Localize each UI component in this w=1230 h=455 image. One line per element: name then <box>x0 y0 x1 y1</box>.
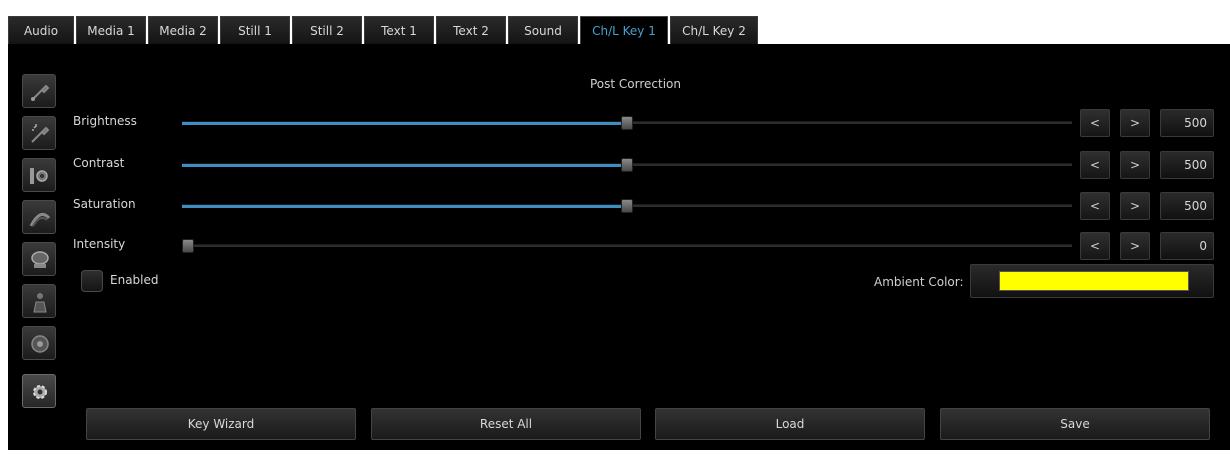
reset-all-button[interactable]: Reset All <box>371 408 641 440</box>
contrast-value-field[interactable]: 500 <box>1160 151 1214 179</box>
contrast-label: Contrast <box>73 156 125 170</box>
intensity-label: Intensity <box>73 237 126 251</box>
intensity-slider[interactable] <box>182 239 1072 253</box>
tab-audio[interactable]: Audio <box>8 16 74 44</box>
intensity-increment-button[interactable]: > <box>1120 232 1150 260</box>
intensity-value-field[interactable]: 0 <box>1160 232 1214 260</box>
ambient-color-swatch <box>999 271 1189 291</box>
tab-text-2[interactable]: Text 2 <box>436 16 506 44</box>
saturation-increment-button[interactable]: > <box>1120 192 1150 220</box>
brightness-increment-button[interactable]: > <box>1120 109 1150 137</box>
tab-ch-l-key-2[interactable]: Ch/L Key 2 <box>670 16 758 44</box>
saturation-slider[interactable] <box>182 199 1072 213</box>
contrast-slider-handle[interactable] <box>621 158 633 172</box>
intensity-slider-handle[interactable] <box>182 239 194 253</box>
sidebar-button-gradient[interactable] <box>22 200 56 234</box>
brightness-slider[interactable] <box>182 116 1072 130</box>
saturation-value-field[interactable]: 500 <box>1160 192 1214 220</box>
enabled-label: Enabled <box>110 273 159 287</box>
intensity-decrement-button[interactable]: < <box>1080 232 1110 260</box>
brightness-value-field[interactable]: 500 <box>1160 109 1214 137</box>
tab-media-1[interactable]: Media 1 <box>76 16 146 44</box>
contrast-slider-fill <box>182 164 627 167</box>
key-wizard-button[interactable]: Key Wizard <box>86 408 356 440</box>
brightness-decrement-button[interactable]: < <box>1080 109 1110 137</box>
main-panel: Post Correction Brightness < >500 Contrast <… <box>8 44 1230 450</box>
tab-ch-l-key-1[interactable]: Ch/L Key 1 <box>580 16 668 44</box>
contrast-slider[interactable] <box>182 158 1072 172</box>
tab-sound[interactable]: Sound <box>508 16 578 44</box>
sidebar-button-flower[interactable] <box>22 326 56 360</box>
contrast-increment-button[interactable]: > <box>1120 151 1150 179</box>
enabled-checkbox[interactable] <box>81 270 103 292</box>
load-button[interactable]: Load <box>655 408 925 440</box>
ambient-color-label: Ambient Color: <box>874 275 964 289</box>
contrast-decrement-button[interactable]: < <box>1080 151 1110 179</box>
brightness-slider-fill <box>182 122 627 125</box>
brightness-label: Brightness <box>73 114 137 128</box>
ambient-color-picker[interactable] <box>970 264 1214 298</box>
saturation-slider-handle[interactable] <box>621 199 633 213</box>
sidebar-button-eyedropper[interactable] <box>22 74 56 108</box>
brightness-slider-handle[interactable] <box>621 116 633 130</box>
sidebar-button-figure[interactable] <box>22 284 56 318</box>
tab-still-2[interactable]: Still 2 <box>292 16 362 44</box>
app-window: Audio Media 1 Media 2 Still 1 Still 2 Text 1T… <box>0 0 1230 455</box>
tab-text-1[interactable]: Text 1 <box>364 16 434 44</box>
tab-media-2[interactable]: Media 2 <box>148 16 218 44</box>
saturation-slider-fill <box>182 205 627 208</box>
tab-still-1[interactable]: Still 1 <box>220 16 290 44</box>
sidebar-button-settings[interactable] <box>22 374 56 408</box>
save-button[interactable]: Save <box>940 408 1210 440</box>
sidebar-button-lens[interactable] <box>22 242 56 276</box>
sidebar-button-gear-adjust[interactable] <box>22 158 56 192</box>
tab-bar: Audio Media 1 Media 2 Still 1 Still 2 Text 1T… <box>8 16 1230 44</box>
section-title: Post Correction <box>590 77 682 91</box>
saturation-label: Saturation <box>73 197 136 211</box>
sidebar-button-eyedropper-wand[interactable] <box>22 116 56 150</box>
saturation-decrement-button[interactable]: < <box>1080 192 1110 220</box>
